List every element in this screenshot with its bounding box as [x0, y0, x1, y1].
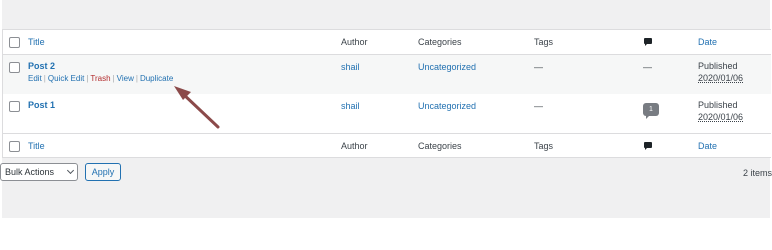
annotation-arrow-icon [174, 86, 220, 129]
